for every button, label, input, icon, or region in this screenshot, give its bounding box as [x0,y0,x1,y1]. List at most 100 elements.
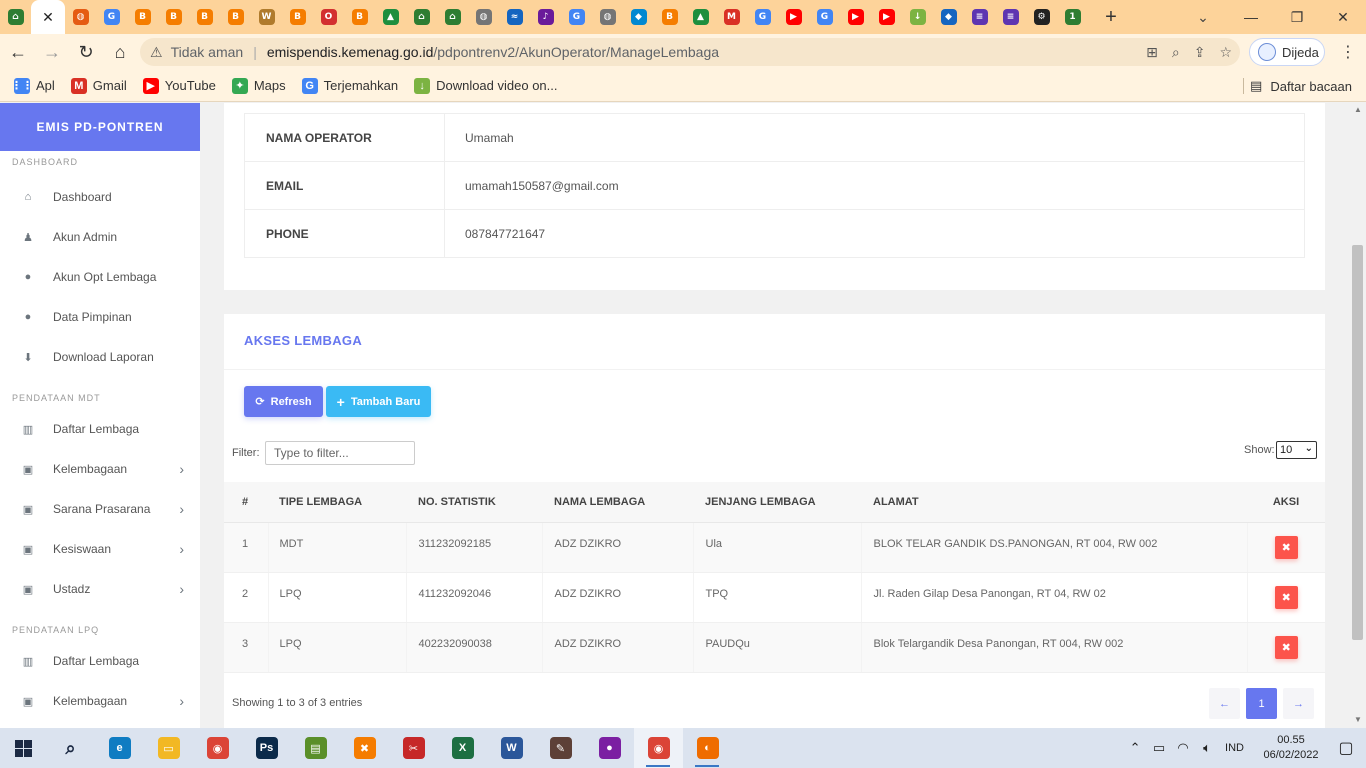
more-menu-icon[interactable]: ⋮ [1340,42,1356,62]
browser-tab[interactable]: ◆ [623,0,654,34]
taskbar-app[interactable]: ◐ [683,728,732,768]
sidebar-item-daftar-lembaga[interactable]: ▥ Daftar Lembaga [0,641,200,681]
sidebar-item-kesiswaan[interactable]: ▣ Kesiswaan › [0,529,200,569]
column-header[interactable]: JENJANG LEMBAGA [693,482,861,523]
browser-tab[interactable]: ⌂ [406,0,437,34]
add-new-button[interactable]: + Tambah Baru [326,386,431,417]
sidebar-item-download-laporan[interactable]: ⬇ Download Laporan [0,337,200,377]
browser-tab[interactable]: ≈ [499,0,530,34]
taskbar-app[interactable]: ◉ [634,728,683,768]
sidebar-item-akun-admin[interactable]: ♟ Akun Admin [0,217,200,257]
column-header[interactable]: AKSI [1247,482,1325,523]
browser-tab[interactable]: B [127,0,158,34]
browser-tab[interactable]: B [654,0,685,34]
chevron-up-icon[interactable]: ⌃ [1123,740,1147,756]
taskbar-app[interactable]: ⌕ [46,728,95,768]
taskbar-app[interactable]: ▭ [144,728,193,768]
share-icon[interactable]: ⇪ [1194,44,1206,61]
brand-title[interactable]: EMIS PD-PONTREN [0,103,200,151]
forward-button[interactable]: → [36,36,68,68]
column-header[interactable]: TIPE LEMBAGA [268,482,406,523]
browser-tab[interactable]: G [747,0,778,34]
page-1-button[interactable]: 1 [1246,688,1277,719]
browser-tab[interactable]: ⌂ [437,0,468,34]
wifi-icon[interactable]: ◠ [1171,740,1195,756]
browser-tab[interactable]: ▲ [685,0,716,34]
taskbar-app[interactable]: ▤ [291,728,340,768]
browser-tab[interactable]: 1 [1057,0,1088,34]
browser-tab[interactable]: B [282,0,313,34]
battery-icon[interactable]: ▭ [1147,740,1171,756]
browser-tab[interactable]: W [251,0,282,34]
bookmark-item[interactable]: ⋮⋮ Apl [11,77,55,94]
scroll-down-icon[interactable]: ▼ [1354,715,1362,724]
taskbar-app[interactable]: ✎ [536,728,585,768]
browser-tab[interactable]: ◍ [468,0,499,34]
browser-tab[interactable]: ↓ [902,0,933,34]
taskbar-app[interactable]: ✖ [340,728,389,768]
bookmark-item[interactable]: ✦ Maps [231,77,286,94]
browser-tab[interactable]: B [158,0,189,34]
tab-active-close[interactable]: ✕ [31,0,65,34]
home-button[interactable]: ⌂ [104,36,136,68]
sidebar-item-kelembagaan[interactable]: ▣ Kelembagaan › [0,681,200,721]
scrollbar-thumb[interactable] [1352,245,1363,640]
browser-tab[interactable]: ◍ [65,0,96,34]
zoom-icon[interactable]: ⌕ [1172,44,1180,61]
browser-tab[interactable]: B [344,0,375,34]
column-header[interactable]: NO. STATISTIK [406,482,542,523]
address-bar[interactable]: ⚠ Tidak aman | emispendis.kemenag.go.id /… [140,38,1240,66]
volume-icon[interactable]: 🔈︎ [1195,740,1219,756]
column-header[interactable]: # [224,482,268,523]
reading-list-button[interactable]: ▤ Daftar bacaan [1250,70,1352,102]
sidebar-item-sarana-prasarana[interactable]: ▣ Sarana Prasarana › [0,489,200,529]
filter-input[interactable] [265,441,415,465]
taskbar-app[interactable]: ◉ [193,728,242,768]
sidebar-item-akun-opt-lembaga[interactable]: ● Akun Opt Lembaga [0,257,200,297]
taskbar-app[interactable]: X [438,728,487,768]
browser-tab[interactable]: ⌂ [0,0,31,34]
sidebar-item-data-pimpinan[interactable]: ● Data Pimpinan [0,297,200,337]
clock[interactable]: 00.55 06/02/2022 [1256,733,1326,763]
scroll-up-icon[interactable]: ▲ [1354,105,1362,114]
start-button[interactable] [0,728,46,768]
delete-button[interactable]: ✖ [1274,585,1298,609]
browser-tab[interactable]: ◆ [933,0,964,34]
sidebar-item-ustadz[interactable]: ▣ Ustadz › [0,569,200,609]
browser-tab[interactable]: O [313,0,344,34]
browser-tab[interactable]: ▶ [871,0,902,34]
minimize-button[interactable]: — [1228,0,1274,34]
back-button[interactable]: ← [2,36,34,68]
taskbar-app[interactable]: ● [585,728,634,768]
browser-tab[interactable]: ▶ [840,0,871,34]
restore-button[interactable]: ❐ [1274,0,1320,34]
sidebar-item-kelembagaan[interactable]: ▣ Kelembagaan › [0,449,200,489]
taskbar-app[interactable]: ✂ [389,728,438,768]
bookmark-item[interactable]: M Gmail [70,77,127,94]
notification-icon[interactable]: ▢ [1326,738,1366,758]
taskbar-app[interactable]: W [487,728,536,768]
sidebar-item-daftar-lembaga[interactable]: ▥ Daftar Lembaga [0,409,200,449]
browser-tab[interactable]: ≡ [995,0,1026,34]
delete-button[interactable]: ✖ [1274,635,1298,659]
prev-page-button[interactable]: ← [1209,688,1240,719]
browser-tab[interactable]: B [220,0,251,34]
refresh-button[interactable]: ⟳ Refresh [244,386,323,417]
browser-tab[interactable]: ♪ [530,0,561,34]
bookmark-item[interactable]: G Terjemahkan [301,77,398,94]
column-header[interactable]: NAMA LEMBAGA [542,482,693,523]
browser-tab[interactable]: ▶ [778,0,809,34]
tab-search-button[interactable]: ⌄ [1188,0,1218,34]
browser-tab[interactable]: G [809,0,840,34]
delete-button[interactable]: ✖ [1274,535,1298,559]
taskbar-app[interactable]: Ps [242,728,291,768]
taskbar-app[interactable]: e [95,728,144,768]
bookmark-item[interactable]: ↓ Download video on... [414,77,558,94]
profile-button[interactable]: Dijeda [1249,38,1325,66]
sidebar-item-dashboard[interactable]: ⌂ Dashboard [0,177,200,217]
next-page-button[interactable]: → [1283,688,1314,719]
browser-tab[interactable]: G [561,0,592,34]
browser-tab[interactable]: G [96,0,127,34]
browser-tab[interactable]: ⚙ [1026,0,1057,34]
browser-tab[interactable]: B [189,0,220,34]
